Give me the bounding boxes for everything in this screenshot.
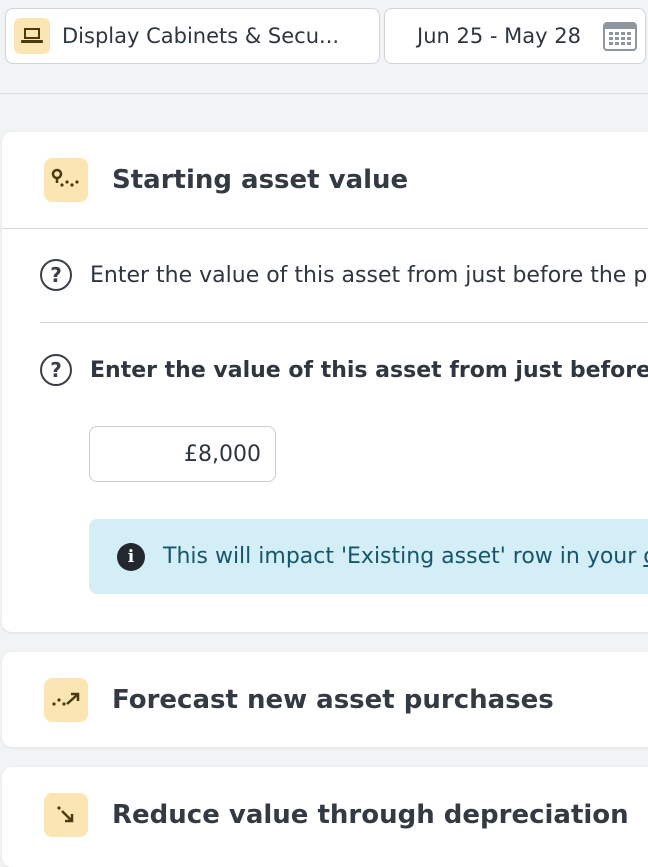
starting-value-input[interactable] [89,426,276,482]
laptop-icon [14,18,50,54]
depreciation-header[interactable]: Reduce value through depreciation [2,767,648,862]
starting-asset-value-title: Starting asset value [112,165,409,195]
asset-selector-label: Display Cabinets & Secu... [62,24,340,48]
starting-asset-value-header[interactable]: Starting asset value [2,132,648,228]
info-icon: i [117,542,145,571]
info-message: This will impact 'Existing asset' row in… [163,544,644,569]
info-link[interactable]: o [643,544,648,569]
question-row-1: ? Enter the value of this asset from jus… [40,259,648,291]
question-row-2: ? Enter the value of this asset from jus… [40,354,648,386]
info-banner: i This will impact 'Existing asset' row … [89,519,648,594]
info-text: This will impact 'Existing asset' row in… [163,544,648,569]
trend-up-icon [44,677,88,722]
question-divider [40,322,648,323]
question-text-2: Enter the value of this asset from just … [90,357,648,383]
depreciation-card[interactable]: Reduce value through depreciation [2,767,648,867]
question-circle-icon[interactable]: ? [40,354,72,386]
date-range-label: Jun 25 - May 28 [417,24,581,48]
calendar-icon[interactable] [603,21,637,55]
map-pin-path-icon [44,158,88,202]
question-circle-icon[interactable]: ? [40,259,72,291]
header-divider [2,228,648,229]
top-bar: Display Cabinets & Secu... Jun 25 - May … [0,0,648,94]
forecast-purchases-header[interactable]: Forecast new asset purchases [2,652,648,747]
date-range-selector[interactable]: Jun 25 - May 28 [384,8,646,64]
asset-selector[interactable]: Display Cabinets & Secu... [5,8,380,64]
depreciation-title: Reduce value through depreciation [112,799,629,830]
starting-asset-value-card: Starting asset value ? Enter the value o… [2,132,648,632]
question-text-1: Enter the value of this asset from just … [90,262,648,288]
forecast-purchases-title: Forecast new asset purchases [112,684,554,715]
forecast-purchases-card[interactable]: Forecast new asset purchases [2,652,648,747]
arrow-down-right-icon [44,792,88,837]
